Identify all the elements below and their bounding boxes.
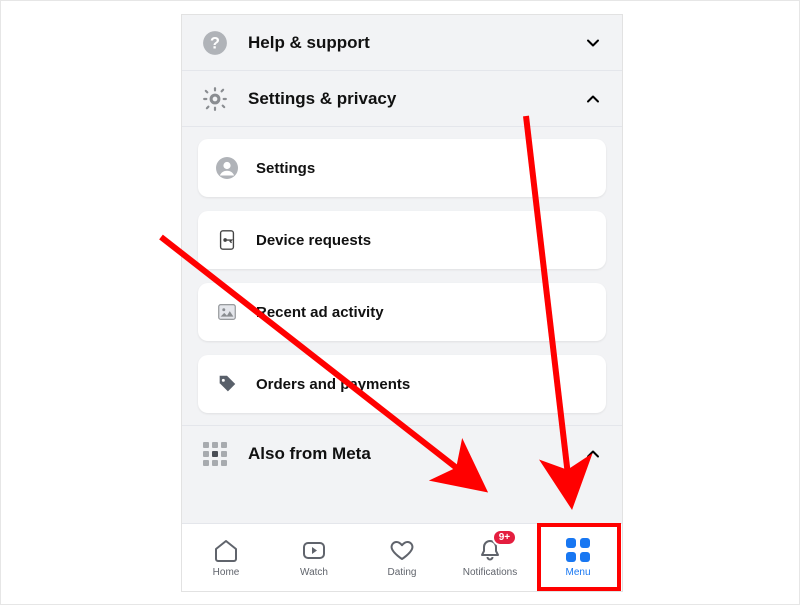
- menu-item-device-requests-label: Device requests: [256, 232, 371, 249]
- nav-notifications-label: Notifications: [463, 567, 517, 578]
- section-help-label: Help & support: [248, 33, 582, 53]
- heart-icon: [388, 537, 416, 563]
- notifications-badge: 9+: [492, 529, 517, 546]
- home-icon: [212, 537, 240, 563]
- gear-icon: [200, 84, 230, 114]
- device-key-icon: [214, 227, 240, 253]
- nav-home[interactable]: Home: [182, 524, 270, 591]
- menu-icon: [564, 537, 592, 563]
- nav-dating[interactable]: Dating: [358, 524, 446, 591]
- nav-dating-label: Dating: [388, 567, 417, 578]
- menu-item-settings-label: Settings: [256, 160, 315, 177]
- menu-item-settings[interactable]: Settings: [198, 139, 606, 197]
- nav-menu[interactable]: Menu: [534, 524, 622, 591]
- chevron-up-icon: [582, 443, 604, 465]
- watch-icon: [300, 537, 328, 563]
- settings-privacy-items: Settings Device requests Recent ad activ…: [182, 127, 622, 425]
- grid-icon: [200, 439, 230, 469]
- image-icon: [214, 299, 240, 325]
- profile-icon: [214, 155, 240, 181]
- section-settings-privacy-label: Settings & privacy: [248, 89, 582, 109]
- section-also-from-meta-label: Also from Meta: [248, 444, 582, 464]
- menu-content: ? Help & support Settings & privacy: [182, 15, 622, 523]
- menu-item-orders-payments[interactable]: Orders and payments: [198, 355, 606, 413]
- section-also-from-meta[interactable]: Also from Meta: [182, 425, 622, 481]
- menu-item-orders-payments-label: Orders and payments: [256, 376, 410, 393]
- section-settings-privacy[interactable]: Settings & privacy: [182, 71, 622, 127]
- nav-home-label: Home: [213, 567, 240, 578]
- section-help-support[interactable]: ? Help & support: [182, 15, 622, 71]
- svg-text:?: ?: [210, 34, 220, 52]
- menu-item-device-requests[interactable]: Device requests: [198, 211, 606, 269]
- nav-menu-label: Menu: [565, 567, 590, 578]
- chevron-down-icon: [582, 32, 604, 54]
- phone-frame: ? Help & support Settings & privacy: [181, 14, 623, 592]
- price-tag-icon: [214, 371, 240, 397]
- nav-watch[interactable]: Watch: [270, 524, 358, 591]
- menu-item-recent-ad-activity[interactable]: Recent ad activity: [198, 283, 606, 341]
- chevron-up-icon: [582, 88, 604, 110]
- nav-watch-label: Watch: [300, 567, 328, 578]
- nav-notifications[interactable]: 9+ Notifications: [446, 524, 534, 591]
- menu-item-recent-ad-activity-label: Recent ad activity: [256, 304, 384, 321]
- bottom-nav: Home Watch Dating 9+ Notifications: [182, 523, 622, 591]
- help-icon: ?: [200, 28, 230, 58]
